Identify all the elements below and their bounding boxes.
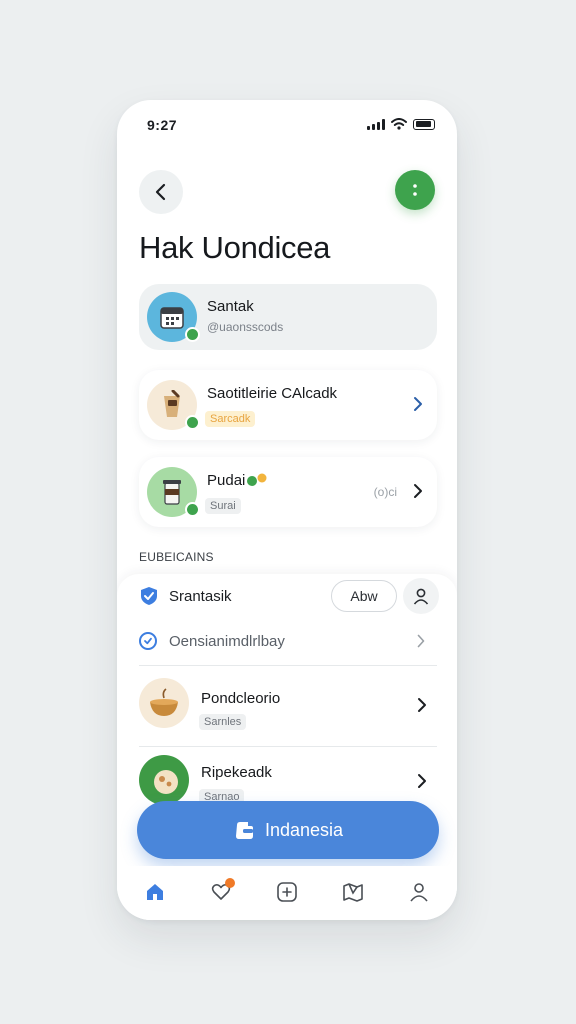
- bowl-icon: [150, 688, 178, 716]
- tab-favorites[interactable]: [207, 878, 235, 906]
- tab-bar: [117, 866, 457, 920]
- status-time: 9:27: [147, 117, 178, 133]
- card-title: Pudai: [207, 472, 246, 489]
- cup-icon: [163, 480, 181, 505]
- list-item[interactable]: Pondcleorio Sarnles: [117, 666, 457, 746]
- profile-avatar: [147, 292, 200, 342]
- check-icon: [144, 637, 152, 645]
- profile-card[interactable]: Santak @uaonsscods: [139, 284, 437, 350]
- back-button[interactable]: [139, 170, 183, 214]
- check-row-label[interactable]: Oensianimdlrlbay: [169, 633, 285, 650]
- primary-action-label: Indanesia: [264, 819, 344, 840]
- drink-icon: [164, 390, 180, 417]
- list-card[interactable]: Saotitleirie CAlcadk Sarcadk: [139, 370, 437, 440]
- notification-badge-icon: [225, 878, 235, 888]
- verified-icon: [247, 473, 267, 486]
- map-icon: [343, 883, 363, 902]
- list-item-tag: Sarnles: [199, 714, 247, 730]
- tab-add[interactable]: [273, 878, 301, 906]
- status-bar: 9:27: [117, 100, 457, 150]
- plus-square-icon: [277, 882, 297, 902]
- profile-name: Santak: [207, 298, 254, 315]
- list-avatar: [139, 678, 189, 728]
- card-title: Saotitleirie CAlcadk: [207, 385, 338, 402]
- sheet-row-label: Srantasik: [169, 588, 232, 605]
- list-avatar: [139, 755, 189, 805]
- list-item-title: Ripekeadk: [201, 764, 272, 781]
- apply-button[interactable]: Abw: [331, 580, 397, 612]
- more-vertical-icon: [413, 184, 417, 196]
- user-icon: [413, 588, 429, 605]
- card-avatar: [147, 380, 200, 430]
- tab-map[interactable]: [339, 878, 367, 906]
- status-badge: [185, 327, 200, 342]
- signal-icon: [367, 118, 385, 130]
- list-item-title: Pondcleorio: [201, 690, 281, 707]
- tab-profile[interactable]: [405, 878, 433, 906]
- user-button[interactable]: [403, 578, 439, 614]
- battery-icon: [413, 118, 435, 130]
- chevron-left-icon: [155, 183, 166, 201]
- wifi-icon: [391, 118, 407, 130]
- calendar-icon: [160, 307, 184, 329]
- checkbox[interactable]: [139, 632, 157, 650]
- home-icon: [147, 884, 163, 900]
- wallet-icon: [235, 822, 253, 839]
- primary-action-button[interactable]: Indanesia: [137, 801, 439, 859]
- more-options-button[interactable]: [395, 170, 435, 210]
- chevron-right-icon: [418, 774, 426, 788]
- phone-frame: 9:27 Hak Uondicea Santak @uaonsscods Sao…: [117, 100, 457, 920]
- profile-handle: @uaonsscods: [207, 320, 284, 334]
- card-avatar: [147, 467, 200, 517]
- food-icon: [154, 770, 178, 794]
- list-card[interactable]: Pudai Surai (o)ci: [139, 457, 437, 527]
- status-badge: [185, 502, 200, 517]
- card-tag: Surai: [205, 498, 241, 514]
- section-heading: EUBEICAINS: [139, 550, 214, 564]
- status-icons: [367, 118, 435, 130]
- chevron-right-icon: [418, 698, 426, 712]
- card-count: (o)ci: [373, 485, 397, 499]
- card-tag: Sarcadk: [205, 411, 256, 427]
- chevron-right-icon: [414, 484, 422, 498]
- tab-home[interactable]: [141, 878, 169, 906]
- chevron-right-icon: [414, 397, 422, 411]
- shield-check-icon: [141, 587, 157, 605]
- status-badge: [185, 415, 200, 430]
- user-icon: [410, 883, 428, 902]
- chevron-right-icon: [417, 634, 425, 648]
- page-title: Hak Uondicea: [139, 230, 331, 265]
